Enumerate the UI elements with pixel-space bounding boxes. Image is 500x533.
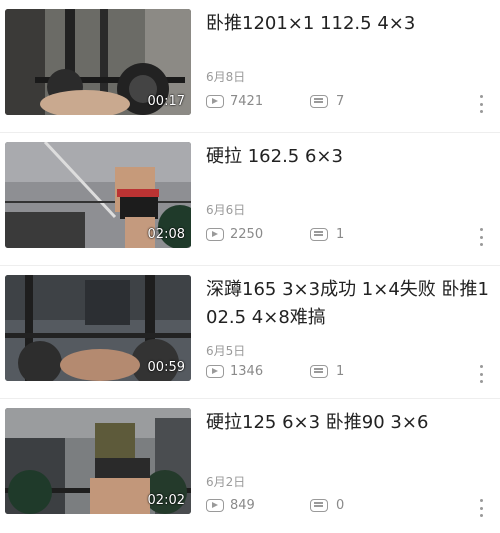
view-count: 849 [230, 497, 255, 513]
video-title[interactable]: 硬拉 162.5 6×3 [206, 143, 491, 171]
video-stats: 849 0 [206, 496, 344, 514]
video-title[interactable]: 卧推1201×1 112.5 4×3 [206, 10, 491, 38]
comment-count: 7 [336, 93, 345, 109]
video-title[interactable]: 深蹲165 3×3成功 1×4失败 卧推102.5 4×8难搞 [206, 276, 491, 332]
video-thumbnail[interactable]: 00:17 [5, 9, 191, 115]
video-stats: 7421 7 [206, 92, 344, 110]
play-count-icon [206, 364, 224, 378]
video-duration: 02:02 [147, 493, 185, 508]
comment-icon [310, 94, 328, 108]
play-count-icon [206, 227, 224, 241]
video-stats: 2250 1 [206, 225, 344, 243]
video-list-item[interactable]: 02:02 硬拉125 6×3 卧推90 3×6 6月2日 849 0 [0, 399, 500, 533]
video-list-item[interactable]: 02:08 硬拉 162.5 6×3 6月6日 2250 1 [0, 133, 500, 266]
video-stats: 1346 1 [206, 362, 344, 380]
view-count: 7421 [230, 93, 264, 109]
play-count-icon [206, 94, 224, 108]
more-options-icon[interactable] [480, 228, 484, 246]
video-thumbnail[interactable]: 02:02 [5, 408, 191, 514]
comment-icon [310, 498, 328, 512]
video-duration: 00:59 [147, 360, 185, 375]
video-list-item[interactable]: 00:59 深蹲165 3×3成功 1×4失败 卧推102.5 4×8难搞 6月… [0, 266, 500, 399]
comment-icon [310, 364, 328, 378]
comment-count: 1 [336, 363, 345, 379]
view-count: 1346 [230, 363, 264, 379]
more-options-icon[interactable] [480, 95, 484, 113]
video-thumbnail[interactable]: 02:08 [5, 142, 191, 248]
view-count: 2250 [230, 226, 264, 242]
more-options-icon[interactable] [480, 365, 484, 383]
video-duration: 02:08 [147, 227, 185, 242]
video-date: 6月5日 [206, 344, 246, 358]
video-duration: 00:17 [147, 94, 185, 109]
video-thumbnail[interactable]: 00:59 [5, 275, 191, 381]
video-date: 6月8日 [206, 70, 246, 84]
more-options-icon[interactable] [480, 499, 484, 517]
video-list-item[interactable]: 00:17 卧推1201×1 112.5 4×3 6月8日 7421 7 [0, 0, 500, 133]
play-count-icon [206, 498, 224, 512]
comment-count: 0 [336, 497, 345, 513]
video-date: 6月6日 [206, 203, 246, 217]
video-title[interactable]: 硬拉125 6×3 卧推90 3×6 [206, 409, 491, 437]
video-date: 6月2日 [206, 475, 246, 489]
comment-icon [310, 227, 328, 241]
comment-count: 1 [336, 226, 345, 242]
